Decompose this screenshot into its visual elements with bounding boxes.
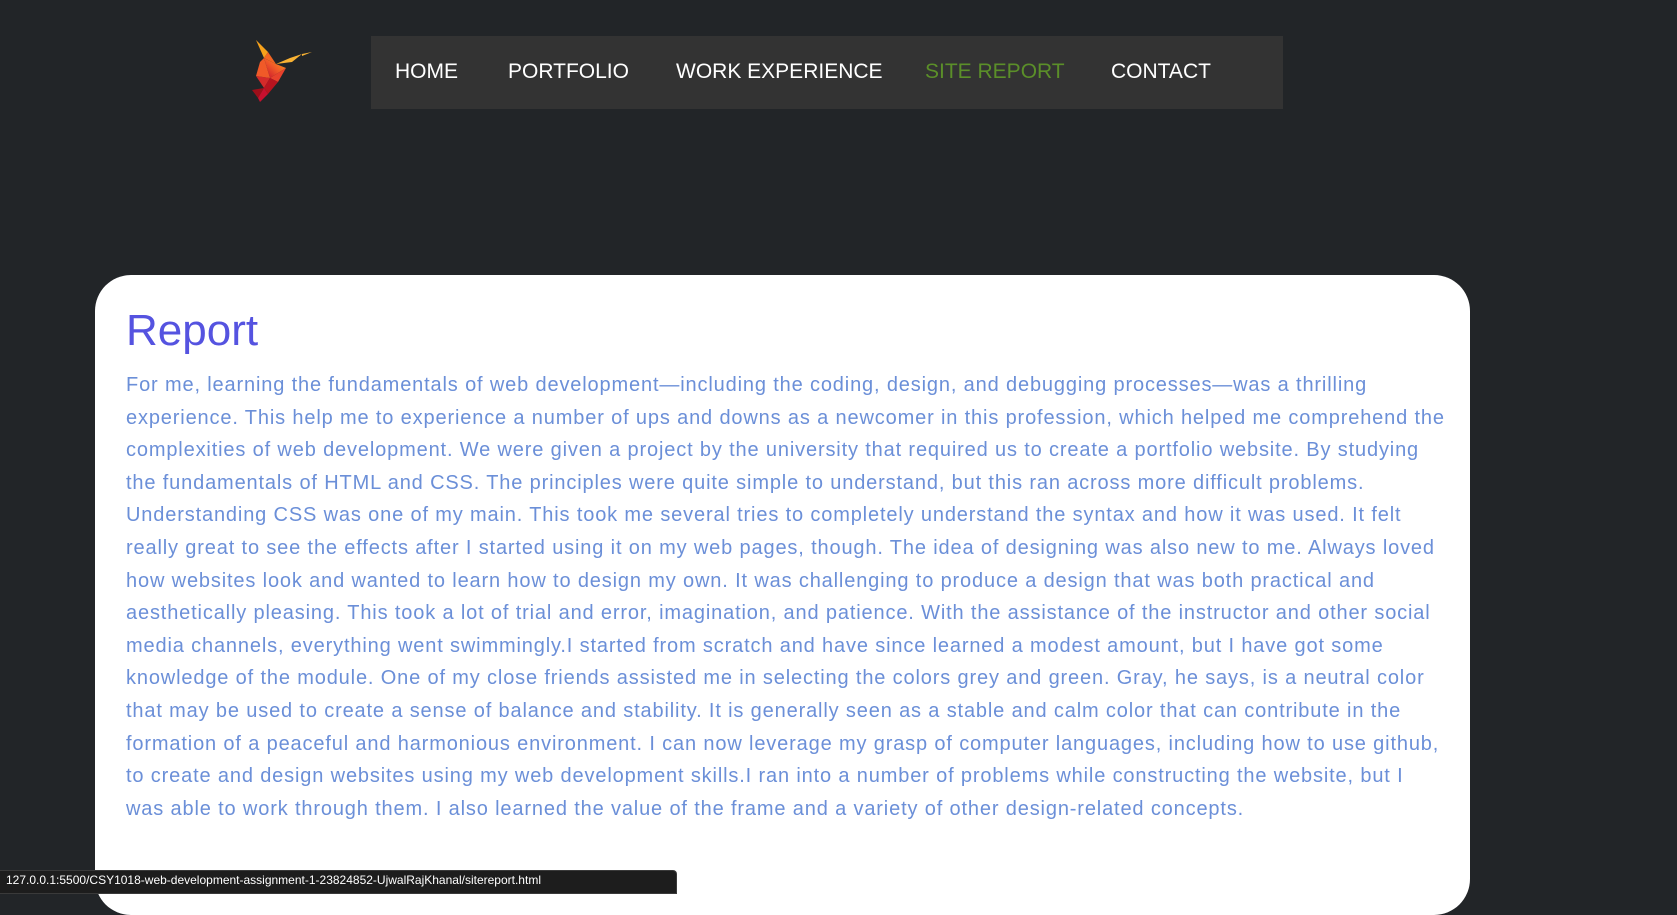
report-title: Report [126,306,259,355]
report-card: Report For me, learning the fundamentals… [95,275,1470,915]
report-body: For me, learning the fundamentals of web… [126,374,1445,820]
main-nav: HOME PORTFOLIO WORK EXPERIENCE SITE REPO… [371,36,1283,109]
browser-status-bar: 127.0.0.1:5500/CSY1018-web-development-a… [0,870,677,894]
nav-home[interactable]: HOME [395,60,458,84]
nav-work-experience[interactable]: WORK EXPERIENCE [676,60,883,84]
nav-portfolio[interactable]: PORTFOLIO [508,60,629,84]
nav-contact[interactable]: CONTACT [1111,60,1211,84]
hummingbird-logo-icon[interactable] [246,38,312,102]
nav-site-report[interactable]: SITE REPORT [925,60,1065,84]
